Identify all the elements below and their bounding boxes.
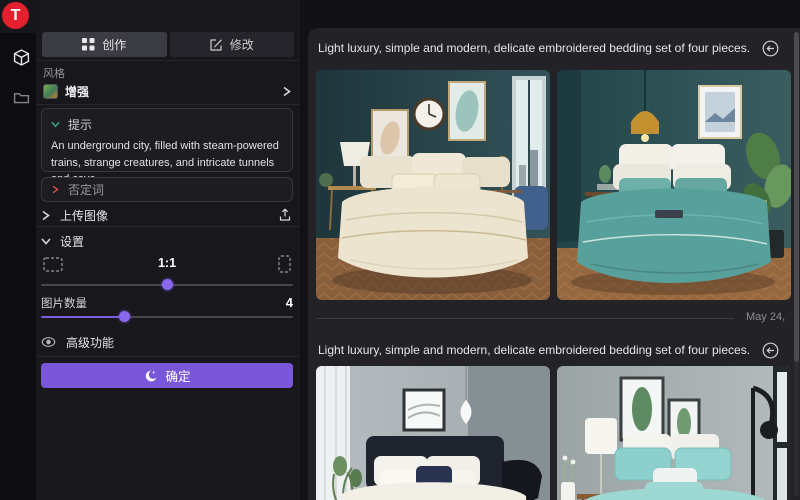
aspect-ratio-slider[interactable]: [41, 279, 293, 290]
image-count-value: 4: [286, 295, 293, 311]
generated-image[interactable]: [316, 70, 550, 300]
portrait-ratio-icon[interactable]: [278, 255, 291, 273]
chevron-right-icon: [282, 86, 292, 97]
style-selector[interactable]: 增强: [43, 81, 292, 101]
upload-label: 上传图像: [60, 207, 108, 224]
upload-image-row[interactable]: 上传图像: [41, 205, 295, 225]
edit-icon: [210, 38, 223, 51]
cube-icon[interactable]: [13, 49, 30, 66]
reuse-prompt-icon[interactable]: [762, 342, 779, 359]
confirm-label: 确定: [165, 366, 190, 385]
confirm-button[interactable]: 确定: [41, 363, 293, 388]
gallery-area: Light luxury, simple and modern, delicat…: [308, 28, 800, 500]
app-logo[interactable]: T: [2, 2, 29, 29]
generated-image[interactable]: [316, 366, 550, 500]
generated-image-art: [316, 366, 550, 500]
style-value: 增强: [65, 83, 275, 100]
image-count-label: 图片数量: [41, 295, 286, 311]
slider-fill: [41, 316, 124, 318]
negative-header[interactable]: 否定词: [51, 181, 104, 198]
aspect-ratio-value: 1:1: [41, 256, 293, 270]
image-count-control: 图片数量 4: [41, 295, 293, 311]
eye-icon: [41, 336, 56, 348]
generation-prompt-text: Light luxury, simple and modern, delicat…: [318, 41, 750, 55]
negative-label: 否定词: [68, 181, 104, 198]
image-row: [316, 366, 794, 500]
generated-image-art: [557, 70, 791, 300]
tab-modify-label: 修改: [230, 36, 254, 53]
generated-image-art: [557, 366, 791, 500]
prompt-box[interactable]: 提示 An underground city, filled with stea…: [41, 108, 293, 172]
prompt-label: 提示: [68, 116, 92, 133]
divider: [36, 356, 300, 357]
advanced-features-row[interactable]: 高级功能: [41, 333, 295, 351]
date-label: May 24,: [746, 311, 785, 323]
chevron-right-icon: [51, 185, 60, 194]
tab-create[interactable]: 创作: [42, 32, 167, 57]
generated-image-art: [316, 70, 550, 300]
chevron-right-icon: [41, 210, 51, 221]
prompt-header[interactable]: 提示: [51, 116, 283, 133]
scrollbar-thumb[interactable]: [794, 32, 799, 362]
grid-icon: [82, 38, 95, 51]
chevron-down-icon: [51, 120, 60, 129]
image-count-slider[interactable]: [41, 311, 293, 322]
generation-prompt-row: Light luxury, simple and modern, delicat…: [318, 39, 779, 57]
style-thumbnail: [43, 84, 58, 99]
style-section: 风格 增强: [36, 60, 300, 105]
chevron-down-icon: [41, 237, 51, 246]
tab-create-label: 创作: [102, 36, 126, 53]
magic-moon-icon: [143, 369, 157, 383]
style-label: 风格: [43, 65, 65, 81]
app-window: T 创作 修改: [0, 0, 800, 500]
generation-panel: 创作 修改 风格 增强: [36, 0, 300, 500]
divider: [36, 226, 300, 227]
nav-rail: T: [0, 0, 36, 500]
negative-prompt-box[interactable]: 否定词: [41, 177, 293, 202]
generated-image[interactable]: [557, 366, 791, 500]
upload-icon[interactable]: [278, 208, 292, 222]
slider-thumb[interactable]: [162, 279, 173, 290]
generation-prompt-text: Light luxury, simple and modern, delicat…: [318, 343, 750, 357]
date-divider-row: May 24,: [316, 311, 800, 325]
divider: [316, 318, 734, 319]
logo-container: T: [0, 0, 36, 33]
settings-row[interactable]: 设置: [41, 232, 295, 250]
tab-modify[interactable]: 修改: [170, 32, 295, 57]
aspect-ratio-control: 1:1: [41, 255, 293, 275]
image-row: [316, 70, 794, 300]
generated-image[interactable]: [557, 70, 791, 300]
settings-label: 设置: [60, 233, 84, 250]
advanced-label: 高级功能: [66, 334, 114, 351]
scrollbar[interactable]: [794, 32, 799, 496]
generation-prompt-row: Light luxury, simple and modern, delicat…: [318, 341, 779, 359]
reuse-prompt-icon[interactable]: [762, 40, 779, 57]
folder-icon[interactable]: [13, 89, 30, 106]
mode-tabs: 创作 修改: [42, 32, 294, 57]
slider-thumb[interactable]: [119, 311, 130, 322]
